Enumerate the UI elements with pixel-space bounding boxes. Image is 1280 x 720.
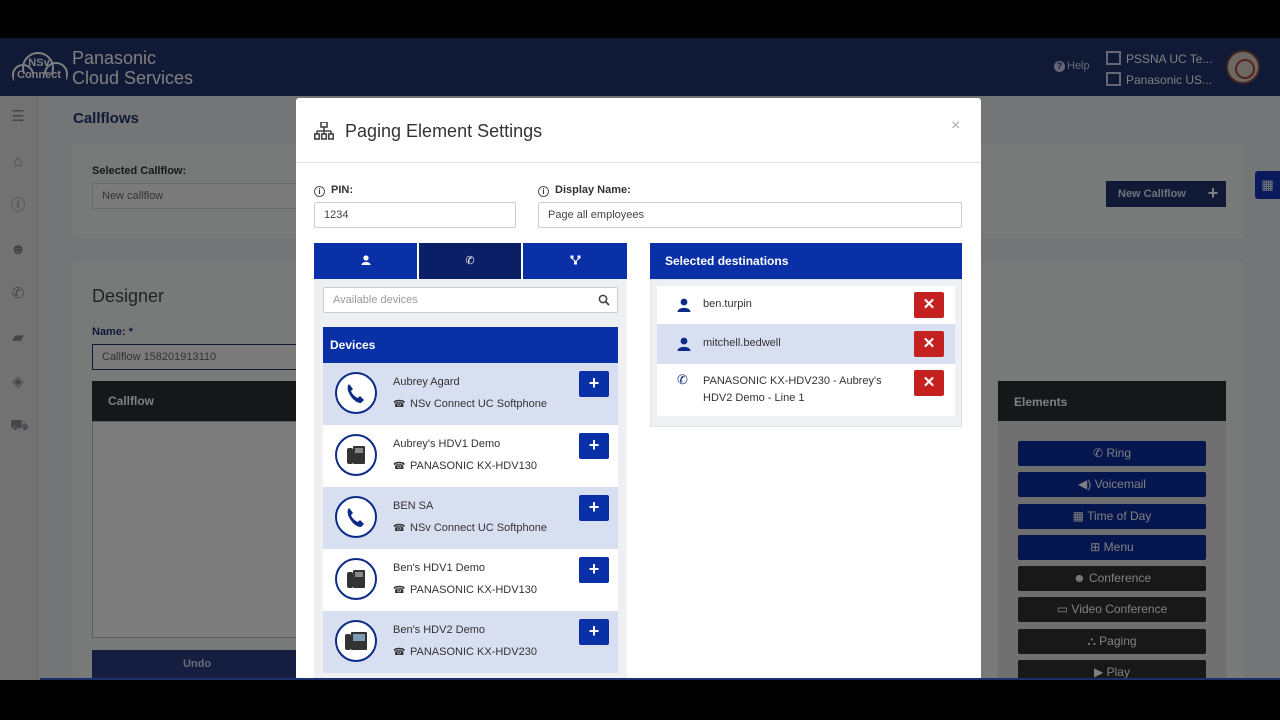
user-icon bbox=[677, 298, 691, 312]
add-device-button[interactable]: + bbox=[579, 557, 609, 583]
device-type-label: PANASONIC KX-HDV130 bbox=[410, 584, 537, 596]
destination-row: ✆ PANASONIC KX-HDV230 - Aubrey's HDV2 De… bbox=[657, 364, 955, 416]
device-type: ☎ PANASONIC KX-HDV230 bbox=[393, 646, 537, 658]
add-device-button[interactable]: + bbox=[579, 433, 609, 459]
destination-line1: PANASONIC KX-HDV230 - Aubrey's bbox=[703, 375, 882, 387]
user-icon bbox=[677, 337, 691, 351]
device-type: ☎ PANASONIC KX-HDV130 bbox=[393, 584, 537, 596]
device-row: Aubrey's HDV1 Demo ☎ PANASONIC KX-HDV130 … bbox=[323, 425, 618, 487]
destination-row: mitchell.bedwell ✕ bbox=[657, 324, 955, 364]
desk-phone-icon bbox=[335, 558, 377, 600]
sitemap-icon bbox=[314, 122, 334, 140]
display-name-label-row: i Display Name: bbox=[538, 184, 631, 197]
desk-phone-icon bbox=[335, 434, 377, 476]
device-type-label: NSv Connect UC Softphone bbox=[410, 398, 547, 410]
device-type-label: PANASONIC KX-HDV230 bbox=[410, 646, 537, 658]
destination-label: mitchell.bedwell bbox=[703, 337, 781, 349]
paging-settings-modal: Paging Element Settings × i PIN: 1234 i Di… bbox=[296, 98, 981, 680]
device-name: BEN SA bbox=[393, 500, 434, 512]
search-placeholder: Available devices bbox=[333, 294, 418, 306]
device-row: Ben's HDV1 Demo ☎ PANASONIC KX-HDV130 + bbox=[323, 549, 618, 611]
phone-icon: ✆ bbox=[465, 255, 475, 267]
add-device-button[interactable]: + bbox=[579, 495, 609, 521]
device-type: ☎ NSv Connect UC Softphone bbox=[393, 398, 547, 410]
phone-icon: ☎ bbox=[393, 399, 406, 410]
pin-label-row: i PIN: bbox=[314, 184, 353, 197]
device-name: Aubrey Agard bbox=[393, 376, 460, 388]
pin-input[interactable]: 1234 bbox=[314, 202, 516, 228]
desk-phone-icon bbox=[335, 620, 377, 662]
destination-label: ben.turpin bbox=[703, 298, 752, 310]
device-name: Ben's HDV2 Demo bbox=[393, 624, 485, 636]
destination-line2: HDV2 Demo - Line 1 bbox=[703, 392, 805, 404]
phone-icon: ☎ bbox=[393, 523, 406, 534]
device-type: ☎ PANASONIC KX-HDV130 bbox=[393, 460, 537, 472]
selected-destinations-header: Selected destinations bbox=[650, 243, 962, 279]
tab-groups[interactable] bbox=[523, 243, 627, 279]
tab-users[interactable] bbox=[314, 243, 417, 279]
device-row: BEN SA ☎ NSv Connect UC Softphone + bbox=[323, 487, 618, 549]
remove-destination-button[interactable]: ✕ bbox=[914, 331, 944, 357]
info-icon: i bbox=[314, 186, 325, 197]
available-devices-panel: Available devices Devices Aubrey Agard ☎… bbox=[314, 279, 627, 680]
handset-icon bbox=[335, 496, 377, 538]
app-screen: NSv Connect Panasonic Cloud Services ?He… bbox=[0, 38, 1280, 680]
tab-devices[interactable]: ✆ bbox=[419, 243, 521, 279]
add-device-button[interactable]: + bbox=[579, 619, 609, 645]
pin-label: PIN: bbox=[331, 184, 353, 196]
device-type-label: NSv Connect UC Softphone bbox=[410, 522, 547, 534]
destination-label: PANASONIC KX-HDV230 - Aubrey's HDV2 Demo… bbox=[703, 373, 882, 407]
phone-icon: ☎ bbox=[393, 647, 406, 658]
display-name-label: Display Name: bbox=[555, 184, 631, 196]
phone-icon: ☎ bbox=[393, 461, 406, 472]
device-type: ☎ NSv Connect UC Softphone bbox=[393, 522, 547, 534]
user-icon bbox=[361, 255, 370, 265]
device-row: Aubrey Agard ☎ NSv Connect UC Softphone + bbox=[323, 363, 618, 425]
devices-header: Devices bbox=[323, 327, 618, 363]
device-name: Aubrey's HDV1 Demo bbox=[393, 438, 501, 450]
remove-destination-button[interactable]: ✕ bbox=[914, 370, 944, 396]
destination-tabs: ✆ bbox=[314, 243, 627, 279]
letterbox-bottom bbox=[0, 680, 1280, 720]
destination-row: ben.turpin ✕ bbox=[657, 286, 955, 324]
search-icon[interactable] bbox=[598, 294, 610, 306]
add-device-button[interactable]: + bbox=[579, 371, 609, 397]
device-row: Ben's HDV2 Demo ☎ PANASONIC KX-HDV230 + bbox=[323, 611, 618, 673]
modal-divider bbox=[296, 162, 981, 163]
close-icon[interactable]: × bbox=[951, 117, 960, 135]
device-search-input[interactable]: Available devices bbox=[323, 287, 618, 313]
handset-icon bbox=[335, 372, 377, 414]
selected-destinations-panel: ben.turpin ✕ mitchell.bedwell ✕ ✆ PANASO… bbox=[650, 279, 962, 427]
display-name-input[interactable]: Page all employees bbox=[538, 202, 962, 228]
device-name: Ben's HDV1 Demo bbox=[393, 562, 485, 574]
remove-destination-button[interactable]: ✕ bbox=[914, 292, 944, 318]
info-icon: i bbox=[538, 186, 549, 197]
phone-icon: ✆ bbox=[677, 372, 688, 387]
phone-icon: ☎ bbox=[393, 585, 406, 596]
modal-title: Paging Element Settings bbox=[345, 121, 543, 141]
device-type-label: PANASONIC KX-HDV130 bbox=[410, 460, 537, 472]
sitemap-icon bbox=[570, 255, 580, 265]
